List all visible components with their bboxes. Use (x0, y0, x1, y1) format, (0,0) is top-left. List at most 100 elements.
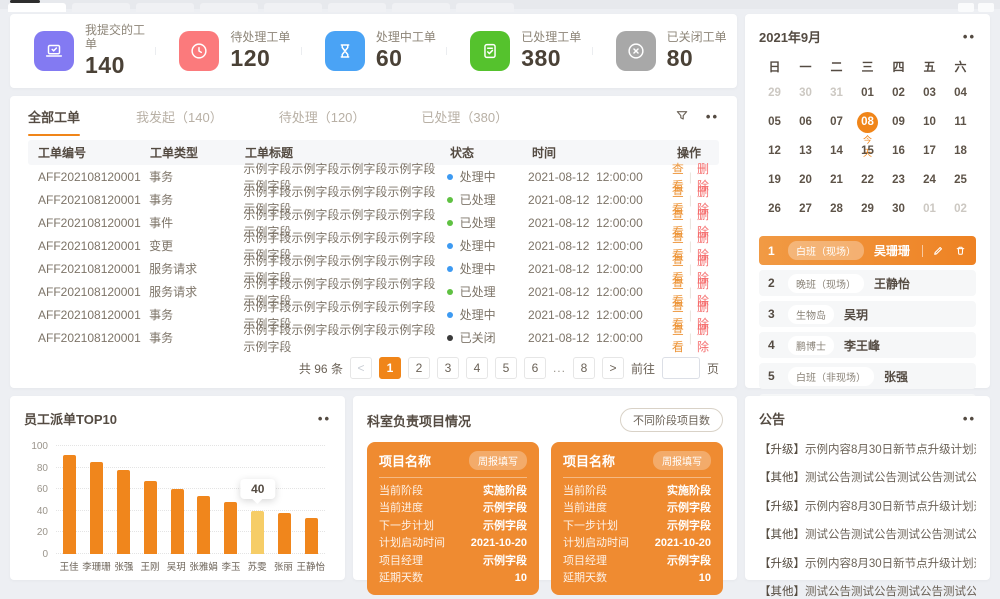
tab-2[interactable]: 待处理（120） (279, 107, 366, 126)
mini-button[interactable] (958, 3, 974, 12)
calendar-day[interactable]: 04 (945, 82, 976, 104)
tab-3[interactable]: 已处理（380） (421, 107, 508, 126)
filter-icon[interactable] (674, 108, 690, 124)
delete-link[interactable]: 删除 (697, 321, 709, 355)
shift-item-4[interactable]: 4鹏博士李王峰 (759, 332, 976, 358)
bar-张丽[interactable] (278, 513, 291, 554)
table-row[interactable]: AFF202108120001事务示例字段示例字段示例字段示例字段示例字段已关闭… (28, 326, 719, 349)
bar-李珊珊[interactable] (90, 462, 103, 554)
calendar-day[interactable]: 09 (883, 111, 914, 133)
calendar-day[interactable]: 29 (852, 198, 883, 220)
project-card[interactable]: 项目名称周报填写当前阶段实施阶段当前进度示例字段下一步计划示例字段计划启动时间2… (551, 442, 723, 595)
mini-button[interactable] (978, 3, 994, 12)
calendar-day[interactable]: 30 (790, 82, 821, 104)
notice-item[interactable]: 【升级】示例内容8月30日新节点升级计划通知 (759, 498, 976, 514)
shift-item-1[interactable]: 1白班（现场）吴珊珊 (759, 236, 976, 265)
chevron-right-icon[interactable]: > (602, 357, 624, 379)
mini-tab-3[interactable] (200, 3, 258, 12)
calendar-day[interactable]: 17 (914, 140, 945, 162)
calendar-day[interactable]: 12 (759, 140, 790, 162)
trash-icon[interactable] (954, 244, 967, 257)
weekday-label: 一 (790, 58, 821, 75)
calendar-day[interactable]: 16 (883, 140, 914, 162)
mini-tab-5[interactable] (328, 3, 386, 12)
mini-tab-1[interactable] (72, 3, 130, 12)
calendar-day[interactable]: 20 (790, 169, 821, 191)
page-button-3[interactable]: 3 (437, 357, 459, 379)
mini-tab-4[interactable] (264, 3, 322, 12)
calendar-day[interactable]: 25 (945, 169, 976, 191)
bar-王静怡[interactable] (305, 518, 318, 554)
notice-item[interactable]: 【升级】示例内容8月30日新节点升级计划通知 (759, 441, 976, 457)
page-button-5[interactable]: 5 (495, 357, 517, 379)
divider: | (689, 170, 692, 184)
calendar-day[interactable]: 26 (759, 198, 790, 220)
calendar-day[interactable]: 24 (914, 169, 945, 191)
calendar-day[interactable]: 14 (821, 140, 852, 162)
calendar-day[interactable]: 15 (852, 140, 883, 162)
mini-tab-2[interactable] (136, 3, 194, 12)
more-icon[interactable]: •• (963, 412, 976, 425)
calendar-day[interactable]: 27 (790, 198, 821, 220)
bar-吴玥[interactable] (171, 489, 184, 554)
notice-item[interactable]: 【升级】示例内容8月30日新节点升级计划通知 (759, 555, 976, 571)
mini-tab-0[interactable] (8, 3, 66, 12)
calendar-day[interactable]: 11 (945, 111, 976, 133)
calendar-day[interactable]: 31 (821, 82, 852, 104)
calendar-day[interactable]: 06 (790, 111, 821, 133)
calendar-day[interactable]: 30 (883, 198, 914, 220)
page-button-2[interactable]: 2 (408, 357, 430, 379)
calendar-day[interactable]: 07 (821, 111, 852, 133)
calendar-day[interactable]: 28 (821, 198, 852, 220)
pencil-icon[interactable] (932, 244, 945, 257)
stage-project-count-button[interactable]: 不同阶段项目数 (620, 408, 723, 432)
calendar-day[interactable]: 03 (914, 82, 945, 104)
mini-tab-6[interactable] (392, 3, 450, 12)
calendar-day[interactable]: 22 (852, 169, 883, 191)
calendar-day-today[interactable]: 08今天 (852, 111, 883, 133)
bar-王佳[interactable] (63, 455, 76, 554)
more-icon[interactable]: •• (706, 110, 719, 123)
bar-苏雯[interactable] (251, 511, 264, 554)
weekly-report-badge[interactable]: 周报填写 (653, 451, 711, 470)
calendar-day[interactable]: 18 (945, 140, 976, 162)
tab-0[interactable]: 全部工单 (28, 107, 80, 126)
calendar-day[interactable]: 10 (914, 111, 945, 133)
view-link[interactable]: 查看 (672, 321, 684, 355)
page-button-1[interactable]: 1 (379, 357, 401, 379)
page-button-4[interactable]: 4 (466, 357, 488, 379)
calendar-day[interactable]: 01 (852, 82, 883, 104)
page-button-8[interactable]: 8 (573, 357, 595, 379)
tab-1[interactable]: 我发起（140） (136, 107, 223, 126)
more-icon[interactable]: •• (963, 30, 976, 43)
more-icon[interactable]: •• (318, 412, 331, 425)
calendar-day[interactable]: 02 (883, 82, 914, 104)
mini-tab-7[interactable] (456, 3, 514, 12)
weekly-report-badge[interactable]: 周报填写 (469, 451, 527, 470)
shift-item-3[interactable]: 3生物岛吴玥 (759, 301, 976, 327)
bar-王刚[interactable] (144, 481, 157, 554)
shift-item-2[interactable]: 2晚班（现场）王静怡 (759, 270, 976, 296)
stat-label: 我提交的工单 (85, 24, 155, 52)
calendar-day[interactable]: 01 (914, 198, 945, 220)
bar-张雅娟[interactable] (197, 496, 210, 554)
calendar-day[interactable]: 29 (759, 82, 790, 104)
notice-item[interactable]: 【其他】测试公告测试公告测试公告测试公告测试公告 (759, 583, 976, 599)
bar-张强[interactable] (117, 470, 130, 554)
calendar-day[interactable]: 21 (821, 169, 852, 191)
project-card[interactable]: 项目名称周报填写当前阶段实施阶段当前进度示例字段下一步计划示例字段计划启动时间2… (367, 442, 539, 595)
notice-item[interactable]: 【其他】测试公告测试公告测试公告测试公告测试公告 (759, 526, 976, 542)
bar-李玉[interactable] (224, 502, 237, 554)
notice-item[interactable]: 【其他】测试公告测试公告测试公告测试公告测试公告 (759, 469, 976, 485)
shift-item-5[interactable]: 5白班（非现场）张强 (759, 363, 976, 389)
workorder-time: 2021-08-12 12:00:00 (528, 331, 672, 345)
chevron-left-icon[interactable]: < (350, 357, 372, 379)
calendar-day[interactable]: 13 (790, 140, 821, 162)
calendar-day[interactable]: 19 (759, 169, 790, 191)
goto-page-input[interactable] (662, 357, 700, 379)
top-tab-strip[interactable] (0, 0, 1000, 9)
calendar-day[interactable]: 23 (883, 169, 914, 191)
calendar-day[interactable]: 05 (759, 111, 790, 133)
calendar-day[interactable]: 02 (945, 198, 976, 220)
page-button-6[interactable]: 6 (524, 357, 546, 379)
